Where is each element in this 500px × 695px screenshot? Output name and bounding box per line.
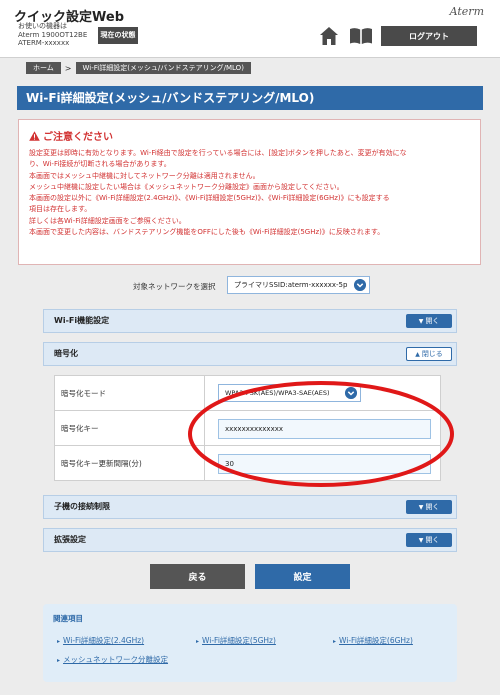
related-title: 関連項目 [53,614,83,623]
status-button[interactable]: 現在の状態 [98,27,138,44]
notice-line: 詳しくは各Wi-Fi詳細設定画面をご参照ください。 [29,216,186,225]
chevron-down-icon: ▼ [418,504,424,511]
link-wifi-24ghz[interactable]: ▸ Wi-Fi詳細設定(2.4GHz) [57,635,144,646]
link-wifi-6ghz[interactable]: ▸ Wi-Fi詳細設定(6GHz) [333,635,413,646]
close-encryption-button[interactable]: ▲ 閉じる [406,347,452,361]
notice-line: り、Wi-Fi接続が切断される場合があります。 [29,160,171,169]
open-wifi-function-button[interactable]: ▼ 開く [406,314,452,328]
manual-book-icon[interactable] [349,27,373,45]
section-wifi-function: Wi-Fi機能設定 ▼ 開く [43,309,457,333]
open-child-limit-button[interactable]: ▼ 開く [406,500,452,514]
breadcrumb-home[interactable]: ホーム [26,62,61,74]
chevron-down-icon [354,279,366,291]
encryption-key-label: 暗号化キー [54,410,205,446]
link-label: Wi-Fi詳細設定(2.4GHz) [63,636,145,645]
notice-line: 設定変更は即時に有効となります。Wi-Fi経由で設定を行っている場合には、[設定… [29,149,407,157]
notice-box: ご注意ください 設定変更は即時に有効となります。Wi-Fi経由で設定を行っている… [18,119,481,265]
chevron-up-icon: ▲ [415,351,420,358]
back-button[interactable]: 戻る [150,564,245,589]
arrow-right-icon: ▸ [333,638,337,645]
notice-line: 本画面の設定以外に《Wi-Fi詳細設定(2.4GHz)》、《Wi-Fi詳細設定(… [29,194,390,203]
link-wifi-5ghz[interactable]: ▸ Wi-Fi詳細設定(5GHz) [196,635,276,646]
save-button[interactable]: 設定 [255,564,350,589]
notice-line: メッシュ中継機に設定したい場合は《メッシュネットワーク分離設定》画面から設定して… [29,182,344,191]
notice-line: 本画面で変更した内容は、バンドステアリング機能をOFFにした後も《Wi-Fi詳細… [29,228,385,237]
target-network-select[interactable]: プライマリSSID:aterm-xxxxxx-5p [227,276,370,294]
target-network-label: 対象ネットワークを選択 [133,282,216,291]
open-extended-button[interactable]: ▼ 開く [406,533,452,547]
toggle-label: 閉じる [421,350,443,358]
section-title: Wi-Fi機能設定 [54,316,110,325]
related-links-panel: 関連項目 ▸ Wi-Fi詳細設定(2.4GHz) ▸ Wi-Fi詳細設定(5GHz)… [43,604,457,682]
home-icon[interactable] [319,26,339,46]
device-info-line: お使いの機器は [18,22,67,30]
device-name: ATERM-xxxxxx [18,39,70,47]
section-title: 子機の接続制限 [54,502,110,511]
section-encryption: 暗号化 ▲ 閉じる [43,342,457,366]
chevron-down-icon: ▼ [418,318,424,325]
page-title: Wi-Fi詳細設定(メッシュ/バンドステアリング/MLO) [26,91,315,105]
notice-line: 本画面ではメッシュ中継機に対してネットワーク分離は適用されません。 [29,171,260,180]
breadcrumb: ホーム > Wi-Fi詳細設定(メッシュ/バンドステアリング/MLO) [26,62,251,74]
link-label: Wi-Fi詳細設定(6GHz) [339,636,413,645]
section-extended: 拡張設定 ▼ 開く [43,528,457,552]
notice-header: ご注意ください [29,128,470,143]
arrow-right-icon: ▸ [57,657,61,664]
link-label: メッシュネットワーク分離設定 [63,655,169,664]
target-network-value: プライマリSSID:aterm-xxxxxx-5p [234,281,348,289]
logout-button[interactable]: ログアウト [381,26,477,46]
toggle-label: 開く [425,317,440,325]
warning-icon [29,130,40,141]
notice-line: 項目は存在します。 [29,205,92,214]
page-title-bar: Wi-Fi詳細設定(メッシュ/バンドステアリング/MLO) [17,86,483,110]
device-info: お使いの機器は Aterm 1900OT12BE ATERM-xxxxxx [18,22,87,48]
annotation-ellipse [188,381,454,487]
notice-title: ご注意ください [43,132,113,143]
arrow-right-icon: ▸ [57,638,61,645]
arrow-right-icon: ▸ [196,638,200,645]
header: クイック設定Web お使いの機器は Aterm 1900OT12BE ATERM… [0,0,500,58]
brand-logo: Aterm [449,5,484,18]
link-mesh-network-isolation[interactable]: ▸ メッシュネットワーク分離設定 [57,654,168,665]
chevron-down-icon: ▼ [418,537,424,544]
encryption-mode-label: 暗号化モード [54,375,205,411]
key-interval-label: 暗号化キー更新間隔(分) [54,445,205,481]
link-label: Wi-Fi詳細設定(5GHz) [202,636,276,645]
section-title: 拡張設定 [54,535,86,544]
device-model: Aterm 1900OT12BE [18,30,88,39]
toggle-label: 開く [425,503,440,511]
section-title: 暗号化 [54,349,78,358]
toggle-label: 開く [425,536,440,544]
breadcrumb-separator: > [64,63,72,73]
section-child-limit: 子機の接続制限 ▼ 開く [43,495,457,519]
breadcrumb-current: Wi-Fi詳細設定(メッシュ/バンドステアリング/MLO) [75,62,251,74]
